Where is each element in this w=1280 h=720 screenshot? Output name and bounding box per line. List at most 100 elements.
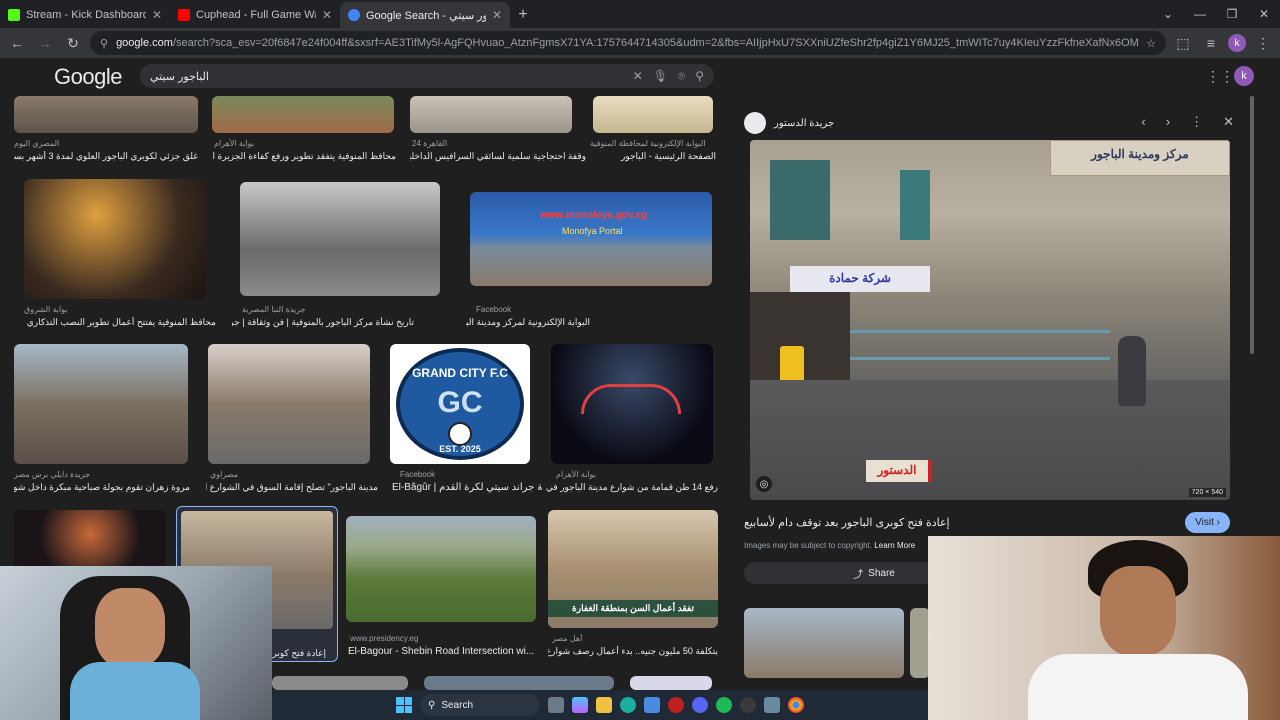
store-icon[interactable]: [644, 697, 660, 713]
back-icon[interactable]: ←: [6, 32, 28, 54]
tab-google-search[interactable]: Google Search - الباجور سيتي ✕: [340, 2, 510, 28]
taskbar-search[interactable]: ⚲ Search: [420, 694, 540, 716]
site-info-icon[interactable]: ⚲: [100, 37, 108, 50]
prev-icon[interactable]: ‹: [1141, 114, 1145, 130]
result-title[interactable]: بتكلفة 50 مليون جنيه.. بدء أعمال رصف شوا…: [548, 646, 718, 657]
grand-city-crest: GRAND CITY F.C GC EST. 2025: [396, 348, 524, 460]
result-thumbnail[interactable]: www.monofeya.gov.eg Monofya Portal: [470, 192, 712, 286]
visit-button[interactable]: Visit ›: [1185, 512, 1230, 533]
grand-city-top-text: GRAND CITY F.C: [412, 366, 508, 380]
ball-icon: [448, 422, 472, 446]
preview-image[interactable]: مركز ومدينة الباجور شركة حمادة الدستور ◎…: [750, 140, 1230, 500]
result-title[interactable]: مدينة الباجور" تصلح إقامة السوق في الشوا…: [206, 482, 378, 493]
result-title[interactable]: محافظ المنوفية يتفقد تطوير ورفع كفاءة ال…: [212, 151, 396, 162]
app-red-icon[interactable]: [668, 697, 684, 713]
result-thumbnail[interactable]: [14, 96, 198, 133]
google-header: Google الباجور سيتي ✕ 🎙 ⌾ ⚲ ⋮⋮⋮ k: [0, 58, 1280, 96]
next-icon[interactable]: ›: [1166, 114, 1170, 130]
related-image[interactable]: [744, 608, 904, 678]
portal-url-text: www.monofeya.gov.eg: [540, 210, 648, 221]
result-title[interactable]: رفع 14 طن قمامة من شوارع مدينة الباجور ف…: [546, 482, 718, 493]
profile-avatar[interactable]: k: [1228, 34, 1246, 52]
close-window-icon[interactable]: ✕: [1248, 0, 1280, 28]
bookmark-star-icon[interactable]: ☆: [1146, 37, 1156, 50]
result-source: بوابة الأهرام: [556, 470, 596, 479]
obs-icon[interactable]: [740, 697, 756, 713]
new-tab-button[interactable]: +: [510, 2, 536, 28]
tab-search-icon[interactable]: ⌄: [1152, 0, 1184, 28]
result-title[interactable]: البوابة الإلكترونية لمركز ومدينة الباجور: [466, 317, 590, 328]
road: [750, 380, 1230, 500]
result-thumbnail[interactable]: [212, 96, 394, 133]
result-thumbnail[interactable]: تفقد أعمال السن بمنطقة الغفارة: [548, 510, 718, 628]
minimize-icon[interactable]: —: [1184, 0, 1216, 28]
app-icon[interactable]: [764, 697, 780, 713]
result-thumbnail[interactable]: [551, 344, 713, 464]
google-logo[interactable]: Google: [54, 64, 122, 90]
address-bar[interactable]: ⚲ google.com/search?sca_esv=20f6847e24f0…: [90, 31, 1166, 55]
forward-icon[interactable]: →: [34, 32, 56, 54]
tab-kick[interactable]: Stream - Kick Dashboard ✕: [0, 2, 170, 28]
close-icon[interactable]: ✕: [492, 8, 502, 22]
task-view-icon[interactable]: [548, 697, 564, 713]
tab-youtube[interactable]: Cuphead - Full Game Walkthro ✕: [170, 2, 340, 28]
close-icon[interactable]: ✕: [152, 8, 162, 22]
chrome-icon[interactable]: [788, 697, 804, 713]
result-thumbnail[interactable]: [593, 96, 713, 133]
shop-sign: شركة حمادة: [790, 266, 930, 292]
restore-icon[interactable]: ❐: [1216, 0, 1248, 28]
result-source: المصري اليوم: [14, 139, 60, 148]
copilot-icon[interactable]: [572, 697, 588, 713]
discord-icon[interactable]: [692, 697, 708, 713]
preview-title[interactable]: إعادة فتح كوبرى الباجور بعد توقف دام لأس…: [744, 516, 950, 529]
share-icon: ⤴: [853, 569, 864, 581]
page-scrollbar[interactable]: [1248, 96, 1256, 356]
result-title[interactable]: غلق جزئي لكوبري الباجور العلوي لمدة 3 أش…: [14, 151, 198, 162]
spotify-icon[interactable]: [716, 697, 732, 713]
result-thumbnail[interactable]: [630, 676, 712, 690]
menu-icon[interactable]: ⋮: [1252, 32, 1274, 54]
result-title[interactable]: El-Bagour - Shebin Road Intersection wi.…: [348, 646, 538, 657]
close-icon[interactable]: ✕: [1223, 114, 1234, 130]
result-title[interactable]: El-Bâgûr | أكاديمية جراند سيتي لكرة القد…: [392, 482, 542, 493]
google-icon: [348, 9, 360, 21]
reload-icon[interactable]: ↻: [62, 32, 84, 54]
result-thumbnail[interactable]: [346, 516, 536, 622]
result-thumbnail[interactable]: [240, 182, 440, 296]
learn-more-link[interactable]: Learn More: [874, 541, 915, 550]
result-title[interactable]: مروة زهران تقوم بجولة صباحية مبكرة داخل …: [14, 482, 190, 493]
camera-icon[interactable]: ⌾: [678, 69, 685, 84]
scrollbar-thumb[interactable]: [1250, 96, 1254, 354]
search-input[interactable]: الباجور سيتي: [150, 70, 623, 83]
youtube-icon: [178, 9, 190, 21]
result-thumbnail[interactable]: [14, 510, 166, 570]
result-title[interactable]: الصفحة الرئيسية - الباجور: [590, 151, 716, 162]
related-image[interactable]: [910, 608, 930, 678]
search-icon[interactable]: ⚲: [695, 69, 704, 83]
more-icon[interactable]: ⋮: [1190, 114, 1203, 130]
mic-icon[interactable]: 🎙: [653, 69, 668, 83]
result-title[interactable]: تاريخ نشأة مركز الباجور بالمنوفية | فن و…: [232, 317, 414, 328]
result-thumbnail[interactable]: [410, 96, 572, 133]
extensions-icon[interactable]: ⬚: [1172, 32, 1194, 54]
close-icon[interactable]: ✕: [322, 8, 332, 22]
result-thumbnail[interactable]: GRAND CITY F.C GC EST. 2025: [390, 344, 530, 464]
result-thumbnail[interactable]: [14, 344, 188, 464]
result-thumbnail[interactable]: [272, 676, 408, 690]
edge-icon[interactable]: [620, 697, 636, 713]
result-title[interactable]: محافظ المنوفية يفتتح أعمال تطوير النصب ا…: [24, 317, 216, 328]
portal-name-text: Monofya Portal: [562, 226, 623, 236]
result-title[interactable]: وقفة احتجاجية سلمية لسائقي السرافيس الدا…: [410, 151, 586, 162]
windows-start-icon[interactable]: [396, 697, 412, 713]
lens-icon[interactable]: ◎: [756, 476, 772, 492]
file-explorer-icon[interactable]: [596, 697, 612, 713]
media-icon[interactable]: ≡: [1200, 32, 1222, 54]
search-box[interactable]: الباجور سيتي ✕ 🎙 ⌾ ⚲: [140, 64, 714, 88]
preview-source[interactable]: جريدة الدستور: [744, 112, 834, 134]
account-avatar[interactable]: k: [1234, 66, 1254, 86]
result-thumbnail[interactable]: [24, 179, 206, 299]
result-thumbnail[interactable]: [424, 676, 614, 690]
result-thumbnail[interactable]: [208, 344, 370, 464]
clear-icon[interactable]: ✕: [633, 69, 643, 83]
preview-controls: ‹ › ⋮ ✕: [1141, 114, 1234, 130]
